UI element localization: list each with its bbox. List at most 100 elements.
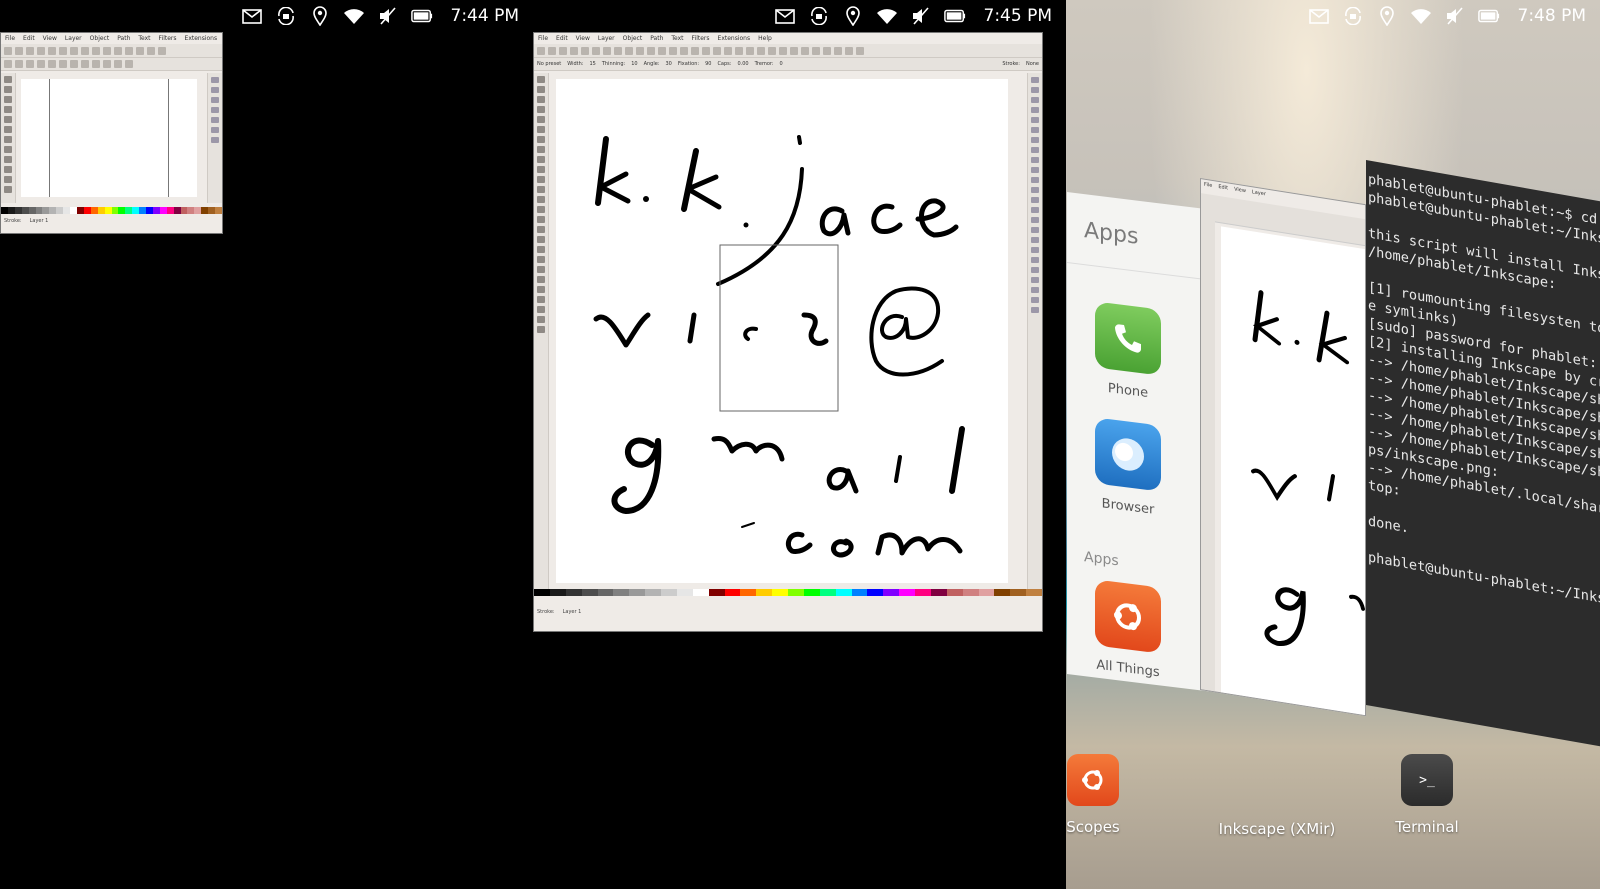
menu-filters[interactable]: Filters bbox=[692, 35, 710, 44]
palette-swatch[interactable] bbox=[597, 589, 614, 596]
width-value[interactable]: 15 bbox=[589, 61, 595, 67]
palette-swatch[interactable] bbox=[692, 589, 709, 596]
palette-swatch[interactable] bbox=[125, 207, 133, 214]
palette-swatch[interactable] bbox=[899, 589, 915, 596]
palette-swatch[interactable] bbox=[21, 207, 29, 214]
status-bar[interactable]: 7:48 PM bbox=[1066, 0, 1600, 32]
menu-object[interactable]: Object bbox=[623, 35, 643, 44]
menu-view[interactable]: View bbox=[43, 35, 57, 44]
palette-swatch[interactable] bbox=[152, 207, 160, 214]
drawing-canvas[interactable] bbox=[556, 79, 1008, 583]
palette-swatch[interactable] bbox=[1026, 589, 1042, 596]
menu-path[interactable]: Path bbox=[650, 35, 663, 44]
palette-swatch[interactable] bbox=[740, 589, 757, 596]
inkscape-window-small[interactable]: File Edit View Layer Object Path Text Fi… bbox=[0, 32, 223, 234]
palette-swatch[interactable] bbox=[215, 207, 222, 214]
tool-controls-bar[interactable] bbox=[1, 58, 222, 71]
spread-app-scopes[interactable]: Scopes bbox=[1028, 754, 1158, 836]
inkscape-window-card[interactable]: File Edit View Layer bbox=[1200, 178, 1366, 717]
palette-swatch[interactable] bbox=[661, 589, 677, 596]
caps-value[interactable]: 0.00 bbox=[737, 61, 748, 67]
palette-swatch[interactable] bbox=[7, 207, 15, 214]
palette-swatch[interactable] bbox=[883, 589, 900, 596]
spread-app-terminal[interactable]: >_ Terminal bbox=[1362, 754, 1492, 836]
palette-swatch[interactable] bbox=[49, 207, 57, 214]
color-palette[interactable] bbox=[1, 207, 222, 214]
menu-bar[interactable]: File Edit View Layer Object Path Text Fi… bbox=[534, 33, 1042, 44]
tremor-value[interactable]: 0 bbox=[780, 61, 783, 67]
palette-swatch[interactable] bbox=[201, 207, 209, 214]
palette-swatch[interactable] bbox=[194, 207, 202, 214]
palette-swatch[interactable] bbox=[724, 589, 741, 596]
palette-swatch[interactable] bbox=[708, 589, 725, 596]
palette-swatch[interactable] bbox=[581, 589, 598, 596]
palette-swatch[interactable] bbox=[994, 589, 1011, 596]
palette-swatch[interactable] bbox=[803, 589, 820, 596]
angle-value[interactable]: 30 bbox=[666, 61, 672, 67]
palette-swatch[interactable] bbox=[132, 207, 140, 214]
palette-swatch[interactable] bbox=[915, 589, 931, 596]
calligraphy-controls-bar[interactable]: No preset Width: 15 Thinning: 10 Angle: 30 … bbox=[534, 58, 1042, 71]
menu-object[interactable]: Object bbox=[90, 35, 110, 44]
palette-swatch[interactable] bbox=[835, 589, 852, 596]
menu-bar[interactable]: File Edit View Layer Object Path Text Fi… bbox=[1, 33, 222, 44]
palette-swatch[interactable] bbox=[166, 207, 174, 214]
palette-swatch[interactable] bbox=[97, 207, 105, 214]
palette-swatch[interactable] bbox=[173, 207, 181, 214]
palette-swatch[interactable] bbox=[756, 589, 773, 596]
menu-edit[interactable]: Edit bbox=[556, 35, 568, 44]
palette-swatch[interactable] bbox=[111, 207, 119, 214]
palette-swatch[interactable] bbox=[1010, 589, 1027, 596]
menu-help[interactable]: Help bbox=[758, 35, 772, 44]
palette-swatch[interactable] bbox=[788, 589, 804, 596]
palette-swatch[interactable] bbox=[962, 589, 979, 596]
menu-file[interactable]: File bbox=[538, 35, 548, 44]
menu-filters[interactable]: Filters bbox=[159, 35, 177, 44]
menu-layer[interactable]: Layer bbox=[65, 35, 82, 44]
palette-swatch[interactable] bbox=[187, 207, 195, 214]
menu-edit[interactable]: Edit bbox=[23, 35, 35, 44]
palette-swatch[interactable] bbox=[946, 589, 963, 596]
palette-swatch[interactable] bbox=[851, 589, 868, 596]
color-palette[interactable] bbox=[534, 589, 1042, 596]
palette-swatch[interactable] bbox=[90, 207, 98, 214]
menu-view[interactable]: View bbox=[576, 35, 590, 44]
drawing-canvas[interactable] bbox=[21, 79, 197, 197]
commands-toolbar[interactable] bbox=[1, 44, 222, 58]
palette-swatch[interactable] bbox=[83, 207, 91, 214]
palette-swatch[interactable] bbox=[28, 207, 36, 214]
palette-swatch[interactable] bbox=[118, 207, 126, 214]
status-bar[interactable]: 7:45 PM bbox=[533, 0, 1066, 32]
fixation-value[interactable]: 90 bbox=[705, 61, 711, 67]
app-phone[interactable]: Phone bbox=[1095, 301, 1161, 402]
terminal-window-card[interactable]: phablet@ubuntu-phablet:~$ cd phablet@ubun… bbox=[1366, 160, 1600, 747]
palette-swatch[interactable] bbox=[549, 589, 566, 596]
menu-path[interactable]: Path bbox=[117, 35, 130, 44]
layer-selector[interactable]: Layer 1 bbox=[563, 609, 582, 615]
spread-app-inkscape[interactable]: Inkscape (XMir) bbox=[1212, 808, 1342, 838]
layer-selector[interactable]: Layer 1 bbox=[30, 218, 49, 224]
palette-swatch[interactable] bbox=[70, 207, 77, 214]
thinning-value[interactable]: 10 bbox=[631, 61, 637, 67]
palette-swatch[interactable] bbox=[613, 589, 630, 596]
palette-swatch[interactable] bbox=[978, 589, 995, 596]
menu-layer[interactable]: Layer bbox=[598, 35, 615, 44]
app-all-things[interactable]: All Things bbox=[1095, 579, 1161, 680]
palette-swatch[interactable] bbox=[819, 589, 836, 596]
palette-swatch[interactable] bbox=[139, 207, 147, 214]
palette-swatch[interactable] bbox=[772, 589, 788, 596]
menu-extensions[interactable]: Extensions bbox=[185, 35, 218, 44]
menu-file[interactable]: File bbox=[5, 35, 15, 44]
palette-swatch[interactable] bbox=[534, 589, 550, 596]
palette-swatch[interactable] bbox=[104, 207, 112, 214]
status-bar[interactable]: 7:44 PM bbox=[0, 0, 533, 32]
snap-bar[interactable] bbox=[207, 73, 222, 203]
preset-select[interactable]: No preset bbox=[537, 61, 561, 67]
menu-extensions[interactable]: Extensions bbox=[718, 35, 751, 44]
palette-swatch[interactable] bbox=[645, 589, 661, 596]
palette-swatch[interactable] bbox=[676, 589, 693, 596]
palette-swatch[interactable] bbox=[867, 589, 884, 596]
palette-swatch[interactable] bbox=[208, 207, 216, 214]
palette-swatch[interactable] bbox=[146, 207, 153, 214]
palette-swatch[interactable] bbox=[76, 207, 84, 214]
